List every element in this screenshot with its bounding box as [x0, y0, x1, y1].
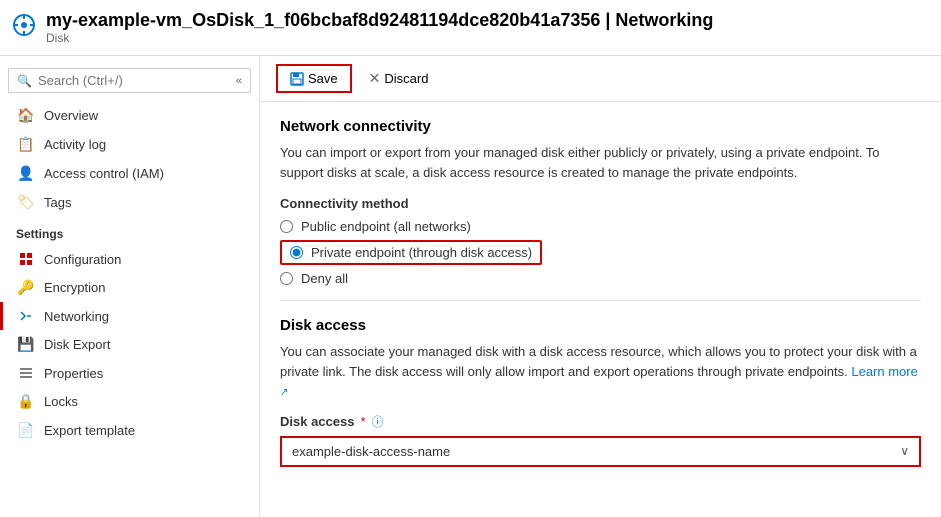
save-icon	[290, 72, 304, 86]
radio-private-input[interactable]	[290, 246, 303, 259]
required-indicator: *	[360, 414, 365, 429]
disk-access-section: Disk access You can associate your manag…	[280, 317, 921, 467]
search-input[interactable]	[38, 73, 232, 88]
discard-button[interactable]: ✕ Discard	[356, 64, 442, 93]
discard-icon: ✕	[369, 70, 381, 87]
toolbar: Save ✕ Discard	[260, 56, 941, 102]
disk-access-field-row: Disk access * ⓘ	[280, 413, 921, 430]
access-control-icon: 👤	[16, 165, 36, 182]
sidebar-item-configuration[interactable]: Configuration	[0, 245, 259, 273]
sidebar-item-locks[interactable]: 🔒 Locks	[0, 387, 259, 416]
encryption-icon: 🔑	[16, 279, 36, 296]
disk-access-dropdown[interactable]: example-disk-access-name ∨	[280, 436, 921, 467]
page-title: my-example-vm_OsDisk_1_f06bcbaf8d9248119…	[46, 10, 713, 31]
sidebar-item-disk-export[interactable]: 💾 Disk Export	[0, 330, 259, 359]
sidebar-item-export-template[interactable]: 📄 Export template	[0, 416, 259, 445]
activity-log-icon: 📋	[16, 136, 36, 153]
search-icon: 🔍	[17, 74, 32, 88]
radio-private-label: Private endpoint (through disk access)	[311, 245, 532, 260]
disk-icon	[12, 13, 36, 43]
save-button[interactable]: Save	[276, 64, 352, 93]
locks-icon: 🔒	[16, 393, 36, 410]
radio-deny-label: Deny all	[301, 271, 348, 286]
radio-private[interactable]: Private endpoint (through disk access)	[280, 240, 921, 265]
sidebar: 🔍 « 🏠 Overview 📋 Activity log 👤 Access c…	[0, 56, 260, 517]
external-link-icon: ↗	[280, 387, 288, 398]
network-connectivity-section: Network connectivity You can import or e…	[280, 118, 921, 286]
radio-public-label: Public endpoint (all networks)	[301, 219, 471, 234]
radio-public-input[interactable]	[280, 220, 293, 233]
properties-icon	[16, 365, 36, 381]
settings-section-label: Settings	[0, 217, 259, 245]
tags-icon: 🏷	[16, 194, 36, 211]
radio-deny[interactable]: Deny all	[280, 271, 921, 286]
disk-access-title: Disk access	[280, 317, 921, 334]
sidebar-item-overview[interactable]: 🏠 Overview	[0, 101, 259, 130]
network-connectivity-desc: You can import or export from your manag…	[280, 143, 921, 182]
sidebar-item-access-control[interactable]: 👤 Access control (IAM)	[0, 159, 259, 188]
resource-type: Disk	[46, 31, 713, 45]
info-icon[interactable]: ⓘ	[372, 413, 384, 430]
network-connectivity-title: Network connectivity	[280, 118, 921, 135]
sidebar-item-tags[interactable]: 🏷 Tags	[0, 188, 259, 217]
dropdown-arrow-icon: ∨	[900, 444, 909, 458]
page-header: my-example-vm_OsDisk_1_f06bcbaf8d9248119…	[0, 0, 941, 56]
disk-access-dropdown-value: example-disk-access-name	[292, 444, 450, 459]
disk-access-field-label: Disk access	[280, 414, 354, 429]
radio-public[interactable]: Public endpoint (all networks)	[280, 219, 921, 234]
networking-icon	[16, 308, 36, 324]
overview-icon: 🏠	[16, 107, 36, 124]
configuration-icon	[16, 251, 36, 267]
disk-access-desc: You can associate your managed disk with…	[280, 342, 921, 401]
sidebar-item-activity-log[interactable]: 📋 Activity log	[0, 130, 259, 159]
collapse-icon[interactable]: «	[236, 75, 242, 87]
export-template-icon: 📄	[16, 422, 36, 439]
sidebar-item-properties[interactable]: Properties	[0, 359, 259, 387]
connectivity-method-label: Connectivity method	[280, 196, 921, 211]
radio-deny-input[interactable]	[280, 272, 293, 285]
sidebar-item-encryption[interactable]: 🔑 Encryption	[0, 273, 259, 302]
search-box[interactable]: 🔍 «	[8, 68, 251, 93]
connectivity-method-group: Public endpoint (all networks) Private e…	[280, 219, 921, 286]
content-area: Save ✕ Discard Network connectivity You …	[260, 56, 941, 517]
disk-export-icon: 💾	[16, 336, 36, 353]
section-divider	[280, 300, 921, 301]
sidebar-item-networking[interactable]: Networking	[0, 302, 259, 330]
learn-more-link[interactable]: Learn more	[851, 364, 917, 379]
